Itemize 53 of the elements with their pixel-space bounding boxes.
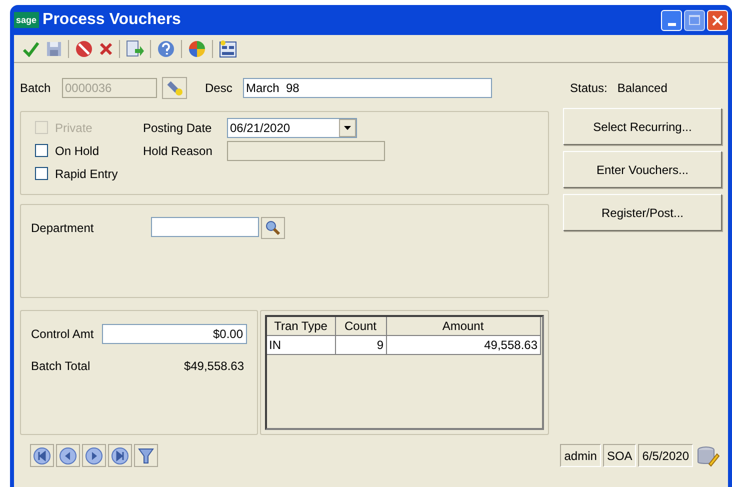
- hold-reason-label: Hold Reason: [143, 142, 214, 160]
- table-cell: 9: [335, 336, 386, 354]
- app-logo: sage: [14, 12, 39, 28]
- table-cell: IN: [267, 336, 335, 354]
- previous-record-button[interactable]: [56, 444, 80, 467]
- status-pane: SOA: [602, 444, 636, 467]
- color-wheel-icon[interactable]: [188, 40, 206, 58]
- form-icon[interactable]: [219, 40, 237, 58]
- desc-field[interactable]: March 98: [243, 78, 492, 98]
- control-amt-label: Control Amt: [31, 326, 95, 343]
- status-label: Status:: [570, 80, 608, 97]
- action-button[interactable]: Select Recurring...: [563, 108, 722, 145]
- database-edit-icon[interactable]: [696, 444, 720, 466]
- stop-icon[interactable]: [75, 40, 93, 58]
- maximize-button[interactable]: [684, 10, 705, 30]
- department-label: Department: [31, 220, 95, 237]
- help-icon[interactable]: [157, 40, 175, 58]
- close-button[interactable]: [707, 10, 728, 30]
- status-value: Balanced: [617, 80, 668, 97]
- control-amt-field[interactable]: $0.00: [102, 324, 247, 344]
- action-button[interactable]: Register/Post...: [563, 194, 722, 231]
- column-header[interactable]: Amount: [386, 317, 540, 336]
- caret-icon: [344, 126, 351, 130]
- status-pane: 6/5/2020: [638, 444, 693, 467]
- last-record-button[interactable]: [108, 444, 132, 467]
- status-pane: admin: [560, 444, 601, 467]
- save-icon[interactable]: [46, 40, 62, 56]
- delete-icon[interactable]: [99, 42, 113, 56]
- checkbox-option[interactable]: On Hold: [35, 142, 125, 159]
- batch-total-value: $49,558.63: [184, 358, 244, 375]
- export-icon[interactable]: [126, 40, 144, 58]
- batch-lookup-button[interactable]: [162, 77, 187, 99]
- filter-button[interactable]: [134, 444, 158, 467]
- posting-date-label: Posting Date: [143, 120, 213, 136]
- department-field[interactable]: [151, 217, 259, 237]
- posting-date-dropdown[interactable]: 06/21/2020: [227, 118, 357, 138]
- maximize-icon: [689, 15, 700, 25]
- search-button[interactable]: [261, 217, 285, 239]
- close-icon: [712, 14, 723, 26]
- checkbox-option[interactable]: Rapid Entry: [35, 165, 125, 182]
- action-button[interactable]: Enter Vouchers...: [563, 151, 722, 188]
- checkmark-icon[interactable]: [22, 40, 40, 56]
- first-record-button[interactable]: [30, 444, 54, 467]
- column-header[interactable]: Count: [335, 317, 386, 336]
- minimize-icon: [668, 22, 676, 26]
- window-title: Process Vouchers: [42, 10, 181, 30]
- minimize-button[interactable]: [661, 10, 682, 30]
- table-cell: 49,558.63: [386, 336, 540, 354]
- desc-label: Desc: [205, 80, 234, 97]
- next-record-button[interactable]: [82, 444, 106, 467]
- batch-label: Batch: [20, 80, 52, 97]
- batch-total-label: Batch Total: [31, 358, 90, 375]
- column-header[interactable]: Tran Type: [267, 317, 335, 336]
